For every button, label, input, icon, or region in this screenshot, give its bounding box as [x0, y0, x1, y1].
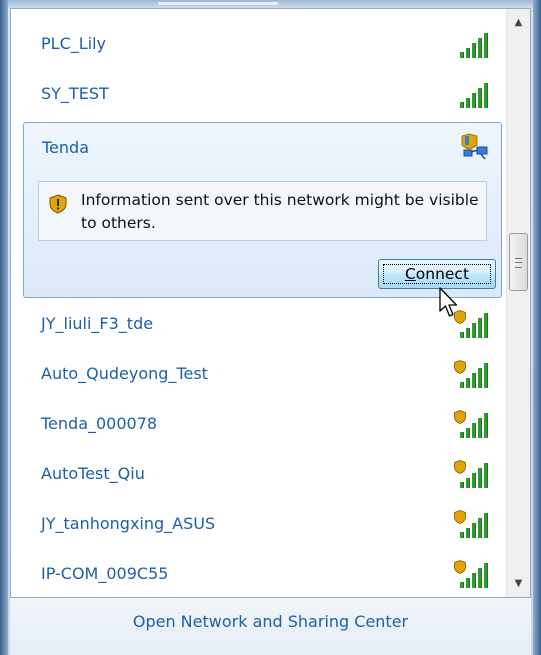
footer: Open Network and Sharing Center	[10, 598, 531, 655]
network-name: Tenda_000078	[41, 414, 158, 433]
network-item[interactable]: PLC_Lily	[11, 20, 506, 72]
network-name: PLC_Lily	[41, 34, 107, 53]
selected-network-panel[interactable]: Tenda Information sent over this network…	[23, 122, 502, 298]
open-network-sharing-center-link[interactable]: Open Network and Sharing Center	[10, 612, 531, 631]
signal-strength-icon	[454, 410, 488, 440]
network-item[interactable]: IP-COM_009C55	[11, 550, 506, 597]
signal-strength-icon	[454, 30, 488, 60]
signal-strength-icon	[454, 460, 488, 490]
network-list: PLC_Lily SY_TEST Tenda Information sent …	[11, 9, 506, 597]
network-item[interactable]: JY_liuli_F3_tde	[11, 300, 506, 352]
warning-text: Information sent over this network might…	[81, 191, 479, 232]
signal-strength-icon	[454, 360, 488, 390]
network-name: SY_TEST	[41, 84, 109, 103]
connect-button[interactable]: Connect	[378, 259, 496, 289]
frame-left-edge	[0, 0, 8, 655]
network-name: IP-COM_009C55	[41, 564, 169, 583]
network-name: JY_tanhongxing_ASUS	[41, 514, 216, 533]
network-name: Auto_Qudeyong_Test	[41, 364, 208, 383]
network-item[interactable]: Tenda_000078	[11, 400, 506, 452]
network-item[interactable]: SY_TEST	[11, 70, 506, 122]
security-warning: Information sent over this network might…	[38, 181, 487, 241]
vertical-scrollbar[interactable]: ▲ ▼	[506, 9, 530, 597]
frame-right-edge	[533, 0, 541, 655]
signal-strength-icon	[454, 80, 488, 110]
signal-strength-icon	[454, 560, 488, 590]
top-border	[8, 0, 533, 8]
scrollbar-thumb[interactable]	[509, 233, 528, 291]
network-item[interactable]: Auto_Qudeyong_Test	[11, 350, 506, 402]
network-icon	[461, 133, 488, 160]
scroll-down-arrow-icon[interactable]: ▼	[509, 574, 528, 593]
network-item[interactable]: JY_tanhongxing_ASUS	[11, 500, 506, 552]
scroll-up-arrow-icon[interactable]: ▲	[509, 13, 528, 32]
window-frame: PLC_Lily SY_TEST Tenda Information sent …	[0, 0, 541, 655]
network-name: AutoTest_Qiu	[41, 464, 145, 483]
signal-strength-icon	[454, 510, 488, 540]
network-name: JY_liuli_F3_tde	[41, 314, 154, 333]
network-item[interactable]: AutoTest_Qiu	[11, 450, 506, 502]
network-list-panel: PLC_Lily SY_TEST Tenda Information sent …	[10, 8, 531, 598]
warning-shield-icon	[49, 194, 67, 214]
mouse-cursor-icon	[439, 287, 458, 317]
selected-network-name: Tenda	[42, 138, 89, 157]
